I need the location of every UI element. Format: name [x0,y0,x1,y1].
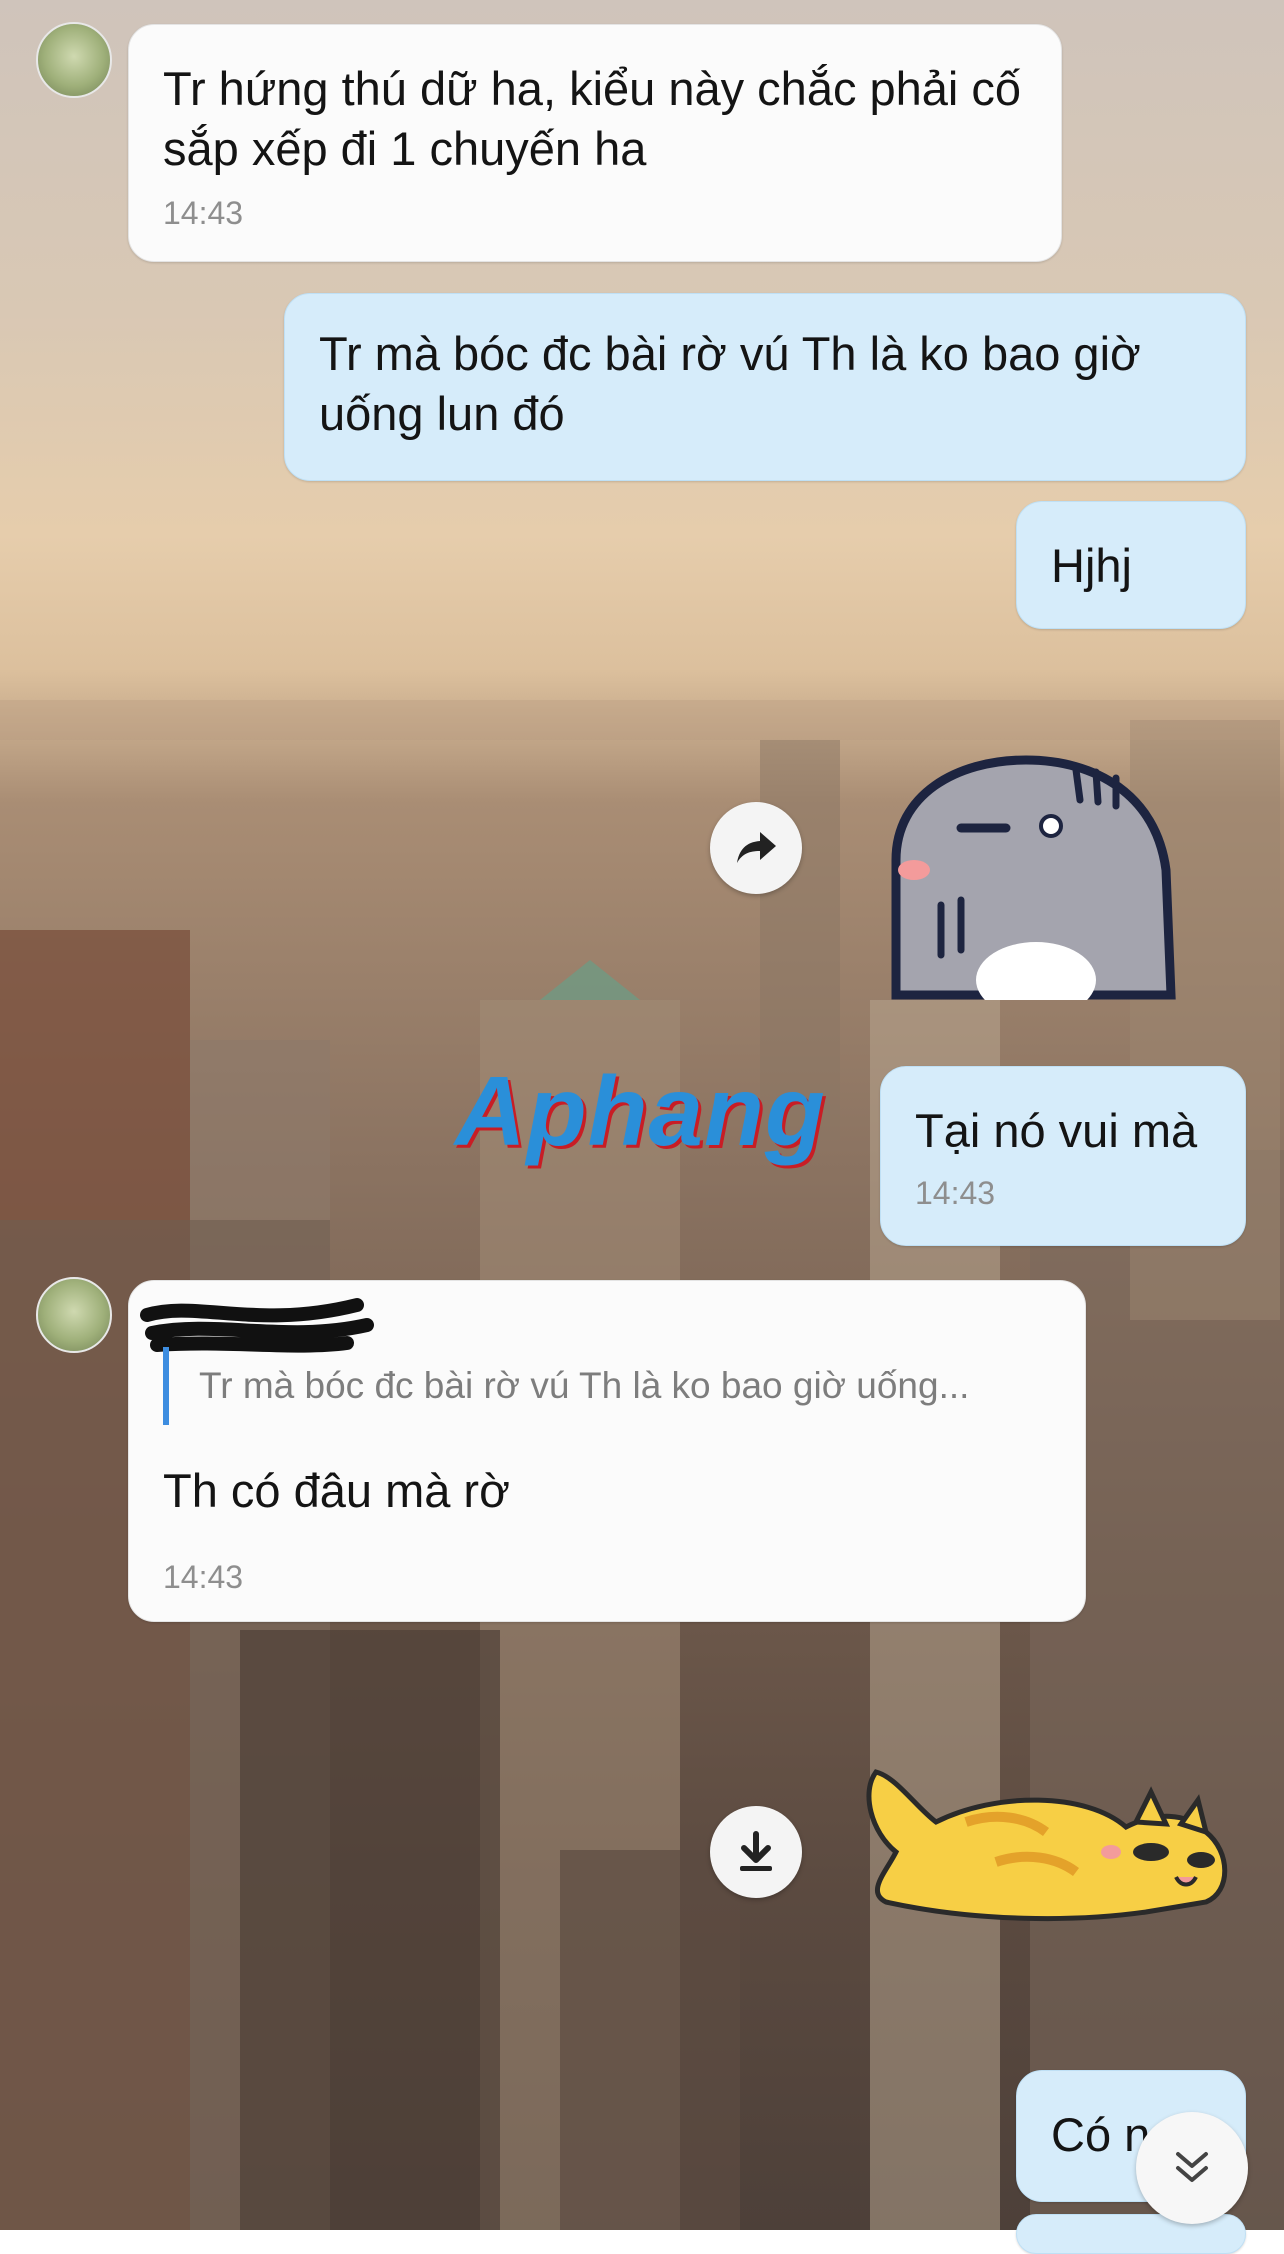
quoted-message[interactable]: Tr mà bóc đc bài rờ vú Th là ko bao giờ … [163,1347,969,1425]
message-time: 14:43 [915,1175,996,1211]
message-text: Th có đâu mà rờ [163,1464,510,1517]
forward-button[interactable] [710,802,802,894]
share-arrow-icon [737,832,776,863]
message-text: Tr mà bóc đc bài rờ vú Th là ko bao giờ … [319,327,1141,440]
download-button[interactable] [710,1806,802,1898]
message-text: Tại nó vui mà [915,1104,1198,1157]
message-bubble-incoming[interactable]: Tr hứng thú dữ ha, kiểu này chắc phải cố… [128,24,1062,262]
message-bubble-outgoing[interactable]: Tại nó vui mà 14:43 [880,1066,1246,1246]
chevron-double-down-icon [1176,2152,1208,2182]
redacted-sender-name [140,1298,374,1353]
message-text: Tr hứng thú dữ ha, kiểu này chắc phải cố… [163,62,1022,175]
message-bubble-outgoing[interactable]: Hjhj [1016,501,1246,629]
quoted-text: Tr mà bóc đc bài rờ vú Th là ko bao giờ … [199,1365,970,1406]
avatar[interactable] [36,22,112,98]
avatar[interactable] [36,1277,112,1353]
scroll-to-bottom-button[interactable] [1136,2112,1248,2224]
watermark: Aphang [455,1056,826,1166]
message-bubble-outgoing[interactable]: Tr mà bóc đc bài rờ vú Th là ko bao giờ … [284,293,1246,481]
sticker-grey-creature[interactable] [866,750,1186,1018]
message-time: 14:43 [163,1559,244,1595]
message-text: Hjhj [1051,539,1132,592]
message-bubble-incoming-reply[interactable]: Tr mà bóc đc bài rờ vú Th là ko bao giờ … [128,1280,1086,1622]
message-time: 14:43 [163,195,244,231]
download-icon [740,1831,772,1871]
sticker-lying-cat[interactable] [856,1752,1236,1932]
